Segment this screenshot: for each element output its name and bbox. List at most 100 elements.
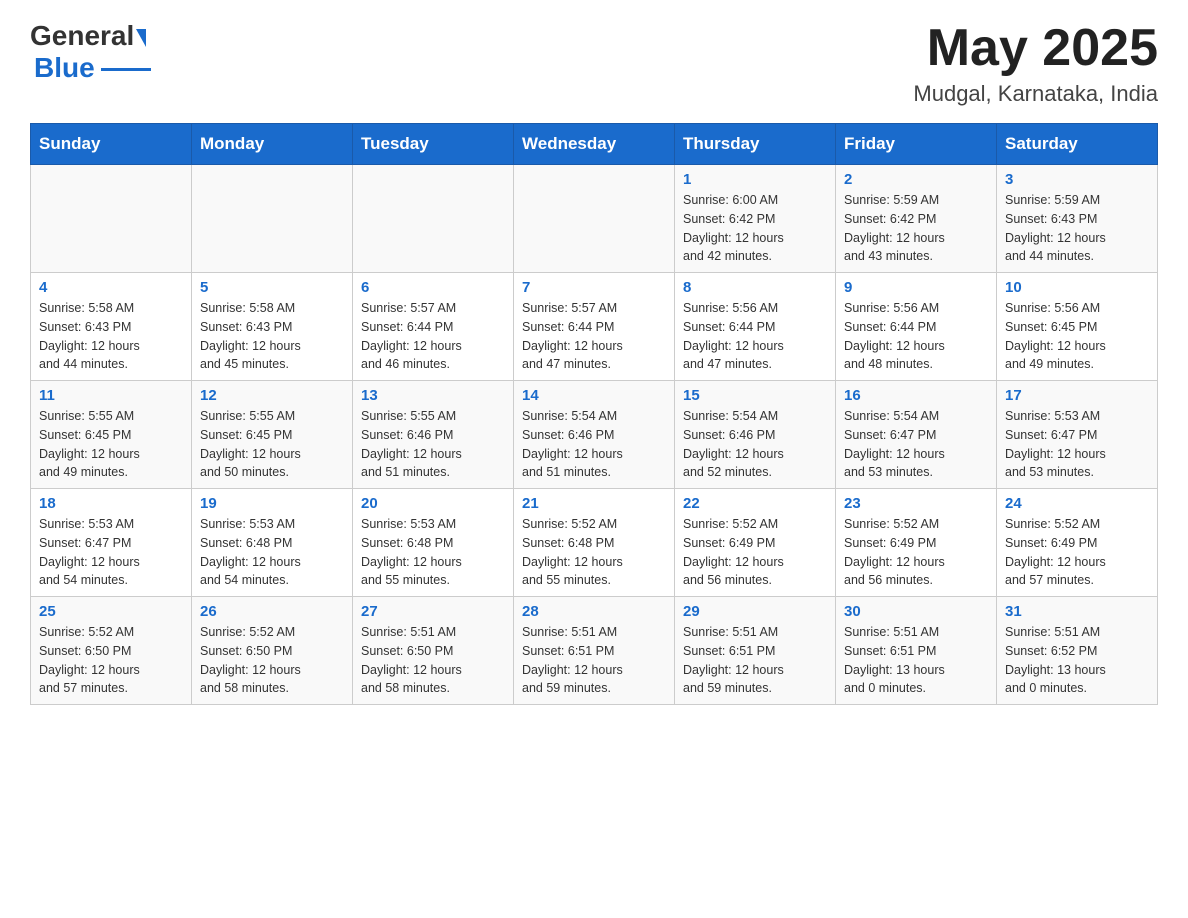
day-info: Sunrise: 5:53 AMSunset: 6:48 PMDaylight:…	[361, 515, 505, 590]
day-info: Sunrise: 5:56 AMSunset: 6:44 PMDaylight:…	[683, 299, 827, 374]
calendar-day-cell: 15 Sunrise: 5:54 AMSunset: 6:46 PMDayligh…	[675, 381, 836, 489]
calendar-day-cell: 11Sunrise: 5:55 AMSunset: 6:45 PMDayligh…	[31, 381, 192, 489]
day-info: Sunrise: 5:56 AMSunset: 6:45 PMDaylight:…	[1005, 299, 1149, 374]
day-of-week-header: Saturday	[997, 124, 1158, 165]
day-number: 12	[200, 387, 344, 404]
day-number: 30	[844, 603, 988, 620]
calendar-day-cell: 18 Sunrise: 5:53 AMSunset: 6:47 PMDayligh…	[31, 489, 192, 597]
day-number: 10	[1005, 279, 1149, 296]
calendar-day-cell: 10 Sunrise: 5:56 AMSunset: 6:45 PMDayligh…	[997, 273, 1158, 381]
day-info: Sunrise: 5:54 AMSunset: 6:47 PMDaylight:…	[844, 407, 988, 482]
calendar-day-cell: 24 Sunrise: 5:52 AMSunset: 6:49 PMDayligh…	[997, 489, 1158, 597]
calendar-day-cell: 31 Sunrise: 5:51 AMSunset: 6:52 PMDayligh…	[997, 597, 1158, 705]
day-info: Sunrise: 5:52 AMSunset: 6:49 PMDaylight:…	[1005, 515, 1149, 590]
day-number: 25	[39, 603, 183, 620]
title-block: May 2025 Mudgal, Karnataka, India	[913, 20, 1158, 107]
calendar-day-cell	[353, 165, 514, 273]
calendar-week-row: 1 Sunrise: 6:00 AMSunset: 6:42 PMDaylight…	[31, 165, 1158, 273]
day-info: Sunrise: 5:51 AMSunset: 6:51 PMDaylight:…	[683, 623, 827, 698]
calendar-day-cell: 13 Sunrise: 5:55 AMSunset: 6:46 PMDayligh…	[353, 381, 514, 489]
day-number: 14	[522, 387, 666, 404]
calendar-week-row: 25 Sunrise: 5:52 AMSunset: 6:50 PMDayligh…	[31, 597, 1158, 705]
day-number: 19	[200, 495, 344, 512]
calendar-day-cell: 23 Sunrise: 5:52 AMSunset: 6:49 PMDayligh…	[836, 489, 997, 597]
logo: General Blue	[30, 20, 151, 84]
calendar-table: SundayMondayTuesdayWednesdayThursdayFrid…	[30, 123, 1158, 705]
calendar-day-cell	[514, 165, 675, 273]
day-info: Sunrise: 5:54 AMSunset: 6:46 PMDaylight:…	[683, 407, 827, 482]
day-info: Sunrise: 5:52 AMSunset: 6:50 PMDaylight:…	[39, 623, 183, 698]
day-number: 4	[39, 279, 183, 296]
calendar-day-cell: 16 Sunrise: 5:54 AMSunset: 6:47 PMDayligh…	[836, 381, 997, 489]
day-number: 8	[683, 279, 827, 296]
day-of-week-header: Thursday	[675, 124, 836, 165]
day-info: Sunrise: 5:51 AMSunset: 6:51 PMDaylight:…	[522, 623, 666, 698]
calendar-day-cell: 6Sunrise: 5:57 AMSunset: 6:44 PMDaylight…	[353, 273, 514, 381]
day-info: Sunrise: 5:54 AMSunset: 6:46 PMDaylight:…	[522, 407, 666, 482]
day-info: Sunrise: 5:52 AMSunset: 6:49 PMDaylight:…	[844, 515, 988, 590]
calendar-day-cell: 29 Sunrise: 5:51 AMSunset: 6:51 PMDayligh…	[675, 597, 836, 705]
calendar-day-cell: 5Sunrise: 5:58 AMSunset: 6:43 PMDaylight…	[192, 273, 353, 381]
calendar-week-row: 11Sunrise: 5:55 AMSunset: 6:45 PMDayligh…	[31, 381, 1158, 489]
calendar-day-cell: 8 Sunrise: 5:56 AMSunset: 6:44 PMDaylight…	[675, 273, 836, 381]
day-number: 31	[1005, 603, 1149, 620]
day-info: Sunrise: 5:56 AMSunset: 6:44 PMDaylight:…	[844, 299, 988, 374]
day-info: Sunrise: 5:58 AMSunset: 6:43 PMDaylight:…	[39, 299, 183, 374]
day-number: 16	[844, 387, 988, 404]
day-info: Sunrise: 5:55 AMSunset: 6:46 PMDaylight:…	[361, 407, 505, 482]
calendar-day-cell: 26 Sunrise: 5:52 AMSunset: 6:50 PMDayligh…	[192, 597, 353, 705]
day-of-week-header: Wednesday	[514, 124, 675, 165]
day-info: Sunrise: 5:52 AMSunset: 6:50 PMDaylight:…	[200, 623, 344, 698]
day-info: Sunrise: 5:55 AMSunset: 6:45 PMDaylight:…	[200, 407, 344, 482]
calendar-day-cell: 17 Sunrise: 5:53 AMSunset: 6:47 PMDayligh…	[997, 381, 1158, 489]
day-info: Sunrise: 5:53 AMSunset: 6:47 PMDaylight:…	[1005, 407, 1149, 482]
calendar-day-cell: 20 Sunrise: 5:53 AMSunset: 6:48 PMDayligh…	[353, 489, 514, 597]
day-number: 9	[844, 279, 988, 296]
day-info: Sunrise: 5:52 AMSunset: 6:49 PMDaylight:…	[683, 515, 827, 590]
calendar-day-cell: 14 Sunrise: 5:54 AMSunset: 6:46 PMDayligh…	[514, 381, 675, 489]
calendar-day-cell: 12 Sunrise: 5:55 AMSunset: 6:45 PMDayligh…	[192, 381, 353, 489]
calendar-day-cell: 21 Sunrise: 5:52 AMSunset: 6:48 PMDayligh…	[514, 489, 675, 597]
day-info: Sunrise: 5:57 AMSunset: 6:44 PMDaylight:…	[361, 299, 505, 374]
calendar-day-cell: 4 Sunrise: 5:58 AMSunset: 6:43 PMDaylight…	[31, 273, 192, 381]
logo-blue-text: Blue	[34, 52, 95, 84]
day-number: 29	[683, 603, 827, 620]
calendar-day-cell: 7Sunrise: 5:57 AMSunset: 6:44 PMDaylight…	[514, 273, 675, 381]
day-number: 28	[522, 603, 666, 620]
day-number: 18	[39, 495, 183, 512]
page-header: General Blue May 2025 Mudgal, Karnataka,…	[30, 20, 1158, 107]
day-of-week-header: Sunday	[31, 124, 192, 165]
day-info: Sunrise: 5:51 AMSunset: 6:51 PMDaylight:…	[844, 623, 988, 698]
calendar-day-cell: 30 Sunrise: 5:51 AMSunset: 6:51 PMDayligh…	[836, 597, 997, 705]
day-info: Sunrise: 5:57 AMSunset: 6:44 PMDaylight:…	[522, 299, 666, 374]
day-number: 17	[1005, 387, 1149, 404]
day-number: 3	[1005, 171, 1149, 188]
day-info: Sunrise: 5:53 AMSunset: 6:47 PMDaylight:…	[39, 515, 183, 590]
day-number: 27	[361, 603, 505, 620]
calendar-day-cell: 1 Sunrise: 6:00 AMSunset: 6:42 PMDaylight…	[675, 165, 836, 273]
day-info: Sunrise: 5:58 AMSunset: 6:43 PMDaylight:…	[200, 299, 344, 374]
calendar-week-row: 4 Sunrise: 5:58 AMSunset: 6:43 PMDaylight…	[31, 273, 1158, 381]
calendar-week-row: 18 Sunrise: 5:53 AMSunset: 6:47 PMDayligh…	[31, 489, 1158, 597]
day-number: 1	[683, 171, 827, 188]
calendar-header-row: SundayMondayTuesdayWednesdayThursdayFrid…	[31, 124, 1158, 165]
day-info: Sunrise: 5:51 AMSunset: 6:52 PMDaylight:…	[1005, 623, 1149, 698]
day-info: Sunrise: 5:59 AMSunset: 6:43 PMDaylight:…	[1005, 191, 1149, 266]
day-info: Sunrise: 5:59 AMSunset: 6:42 PMDaylight:…	[844, 191, 988, 266]
day-number: 13	[361, 387, 505, 404]
day-number: 20	[361, 495, 505, 512]
day-of-week-header: Friday	[836, 124, 997, 165]
calendar-day-cell: 2 Sunrise: 5:59 AMSunset: 6:42 PMDaylight…	[836, 165, 997, 273]
day-number: 2	[844, 171, 988, 188]
day-number: 23	[844, 495, 988, 512]
day-number: 26	[200, 603, 344, 620]
day-info: Sunrise: 5:53 AMSunset: 6:48 PMDaylight:…	[200, 515, 344, 590]
logo-general-text: General	[30, 20, 134, 52]
day-number: 24	[1005, 495, 1149, 512]
calendar-day-cell: 19 Sunrise: 5:53 AMSunset: 6:48 PMDayligh…	[192, 489, 353, 597]
day-number: 15	[683, 387, 827, 404]
day-info: Sunrise: 6:00 AMSunset: 6:42 PMDaylight:…	[683, 191, 827, 266]
calendar-day-cell: 27Sunrise: 5:51 AMSunset: 6:50 PMDayligh…	[353, 597, 514, 705]
day-info: Sunrise: 5:52 AMSunset: 6:48 PMDaylight:…	[522, 515, 666, 590]
day-number: 21	[522, 495, 666, 512]
